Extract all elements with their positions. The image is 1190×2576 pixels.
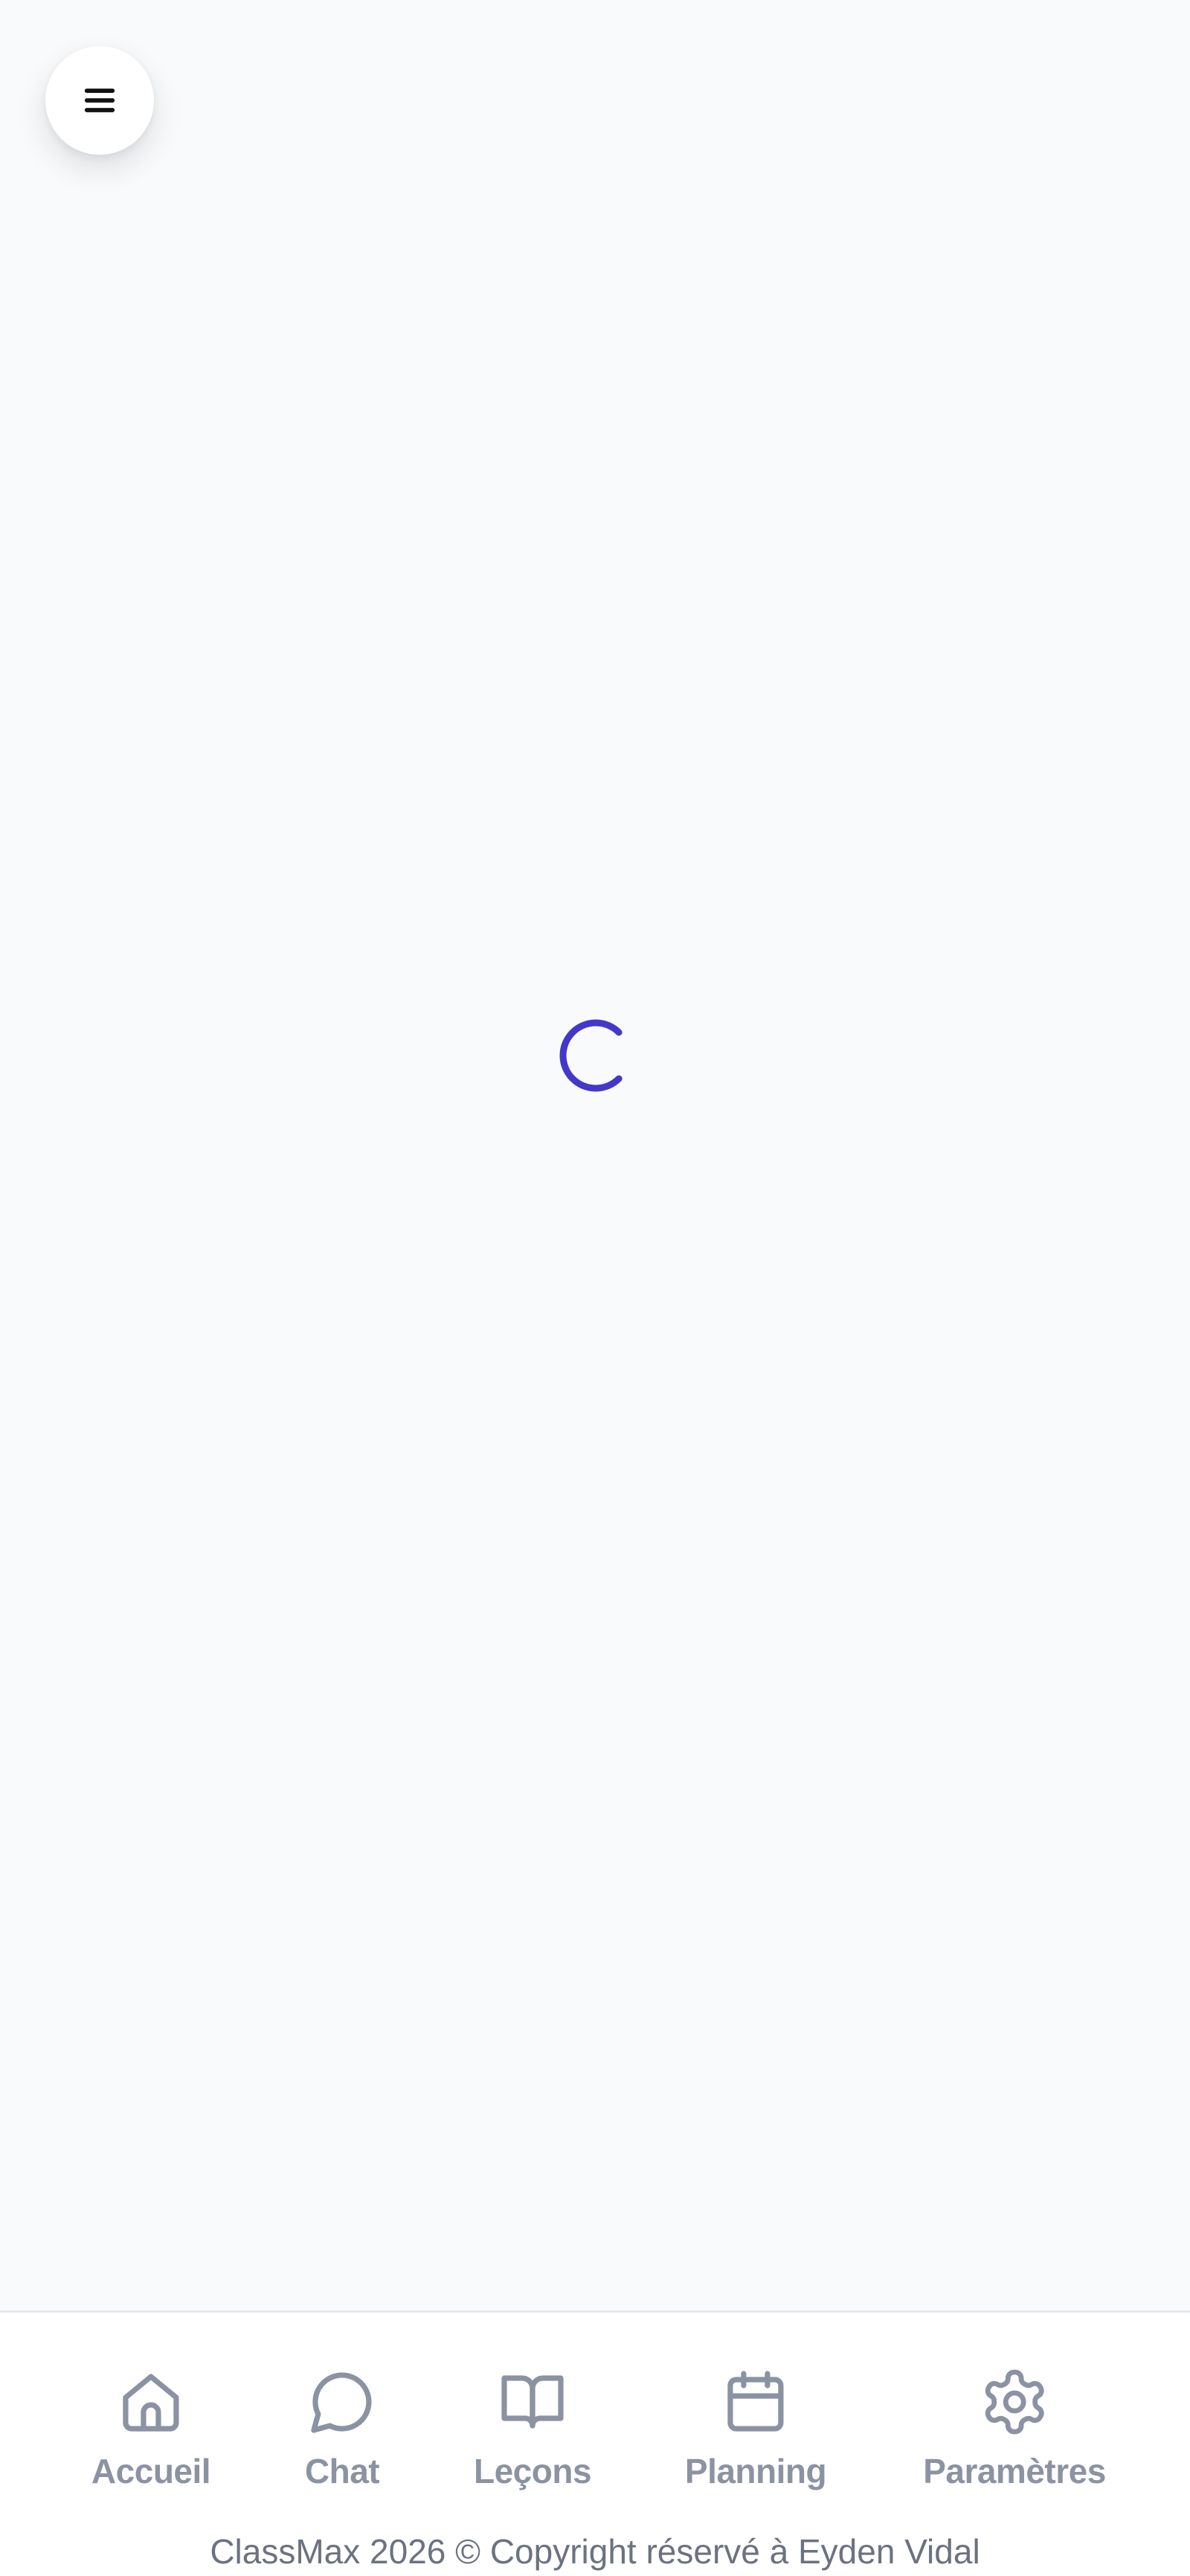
loading-spinner [557, 1017, 634, 1094]
nav-item-planning[interactable]: Planning [684, 2313, 827, 2514]
book-open-icon [497, 2366, 568, 2438]
nav-item-label: Planning [684, 2452, 827, 2490]
spinner-icon [559, 1019, 632, 1092]
bottom-navigation-bar: Accueil Chat Leçons Planning Paramètres … [0, 2310, 1190, 2576]
gear-icon [979, 2366, 1050, 2438]
app-screen: Accueil Chat Leçons Planning Paramètres … [0, 0, 1190, 2576]
bottom-nav: Accueil Chat Leçons Planning Paramètres [0, 2313, 1190, 2514]
nav-item-label: Accueil [91, 2452, 211, 2490]
nav-item-accueil[interactable]: Accueil [91, 2313, 211, 2514]
nav-item-label: Paramètres [923, 2452, 1106, 2490]
chat-bubble-icon [306, 2366, 378, 2438]
calendar-icon [720, 2366, 791, 2438]
home-icon [115, 2366, 187, 2438]
nav-item-parametres[interactable]: Paramètres [923, 2313, 1106, 2514]
footer-copyright: ClassMax 2026 © Copyright réservé à Eyde… [210, 2532, 980, 2571]
menu-button[interactable] [45, 46, 154, 155]
hamburger-icon [84, 89, 115, 112]
nav-item-label: Leçons [473, 2452, 592, 2490]
nav-item-chat[interactable]: Chat [304, 2313, 380, 2514]
nav-item-label: Chat [304, 2452, 380, 2490]
nav-item-lecons[interactable]: Leçons [473, 2313, 592, 2514]
